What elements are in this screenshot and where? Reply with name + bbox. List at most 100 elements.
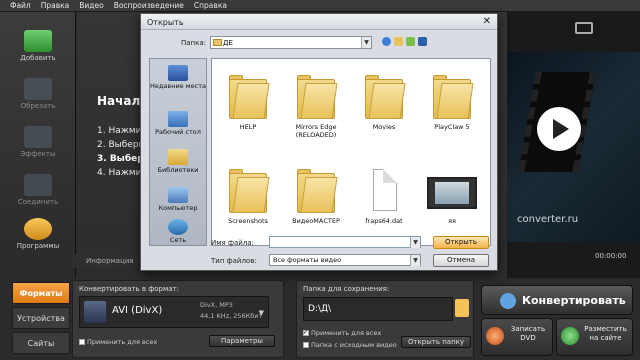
menu-playback[interactable]: Воспроизведение bbox=[114, 1, 184, 10]
publish-button[interactable]: Разместить на сайте bbox=[556, 318, 633, 356]
burn-dvd-button[interactable]: Записать DVD bbox=[481, 318, 553, 356]
place-network-label: Сеть bbox=[169, 236, 187, 244]
filetype-select[interactable]: Все форматы видео ▼ bbox=[269, 254, 421, 266]
view-menu-icon[interactable] bbox=[418, 37, 427, 46]
file-name: fraps64.dat bbox=[365, 217, 403, 225]
nav-buttons bbox=[382, 37, 427, 46]
preview-site-text: converter.ru bbox=[517, 214, 579, 225]
file-item[interactable]: HELP bbox=[215, 73, 281, 131]
file-item[interactable]: Mirrors Edge (RELOADED) bbox=[283, 73, 349, 139]
play-icon[interactable] bbox=[537, 107, 581, 151]
folder-icon bbox=[229, 167, 270, 213]
place-libraries-label: Библиотеки bbox=[157, 166, 199, 174]
folder-label: Папка: bbox=[181, 39, 207, 47]
filename-label: Имя файла: bbox=[211, 239, 254, 247]
libraries-icon bbox=[168, 149, 188, 165]
file-item[interactable]: Screenshots bbox=[215, 167, 281, 225]
tab-formats[interactable]: Форматы bbox=[12, 282, 70, 304]
merge-button[interactable]: Соединить bbox=[12, 174, 64, 214]
info-tab[interactable]: Информация bbox=[72, 254, 140, 268]
params-button[interactable]: Параметры bbox=[209, 335, 275, 347]
file-item[interactable]: Movies bbox=[351, 73, 417, 131]
params-label: Параметры bbox=[221, 337, 263, 345]
apply-all-format-checkbox[interactable]: Применить для всех bbox=[79, 338, 157, 346]
left-toolbar: Добавить Обрезать Эффекты Соединить Прог… bbox=[0, 12, 76, 278]
programs-button[interactable]: Программы bbox=[12, 218, 64, 258]
recent-places-icon bbox=[168, 65, 188, 81]
video-thumbnail-icon bbox=[427, 167, 477, 213]
filetype-label: Тип файлов: bbox=[211, 257, 257, 265]
place-desktop-label: Рабочий стол bbox=[155, 128, 201, 136]
file-item[interactable]: PlayClaw 5 bbox=[419, 73, 485, 131]
file-name: ВидеоМАСТЕР bbox=[292, 217, 340, 225]
file-item[interactable]: яя bbox=[419, 167, 485, 225]
folder-icon bbox=[297, 167, 338, 213]
file-name: Movies bbox=[372, 123, 396, 131]
publish-label: Разместить на сайте bbox=[584, 325, 627, 342]
format-header: Конвертировать в формат: bbox=[79, 285, 179, 293]
preview-screen: converter.ru bbox=[507, 52, 640, 242]
place-recent-label: Недавние места bbox=[150, 82, 206, 90]
tab-sites[interactable]: Сайты bbox=[12, 332, 70, 354]
save-path-field[interactable]: D:\Д\ bbox=[303, 297, 453, 321]
open-file-dialog: Открыть ✕ Папка: ДЕ ▼ Недавние места Раб… bbox=[140, 13, 498, 271]
menu-video[interactable]: Видео bbox=[79, 1, 103, 10]
folder-icon[interactable] bbox=[455, 299, 469, 317]
effects-icon bbox=[24, 126, 52, 148]
programs-label: Программы bbox=[16, 242, 60, 250]
place-libraries[interactable]: Библиотеки bbox=[150, 149, 206, 174]
trim-button[interactable]: Обрезать bbox=[12, 78, 64, 118]
effects-button[interactable]: Эффекты bbox=[12, 126, 64, 166]
place-recent[interactable]: Недавние места bbox=[150, 65, 206, 90]
file-item[interactable]: fraps64.dat bbox=[351, 167, 417, 225]
open-folder-button[interactable]: Открыть папку bbox=[401, 336, 471, 348]
menubar: Файл Правка Видео Воспроизведение Справк… bbox=[0, 0, 640, 12]
add-label: Добавить bbox=[20, 54, 56, 62]
file-name: Mirrors Edge (RELOADED) bbox=[295, 123, 337, 139]
effects-label: Эффекты bbox=[20, 150, 56, 158]
open-button[interactable]: Открыть bbox=[433, 236, 489, 249]
checkbox-checked-icon bbox=[303, 328, 309, 336]
save-panel: Папка для сохранения: D:\Д\ Применить дл… bbox=[296, 280, 474, 358]
apply-all-save-checkbox[interactable]: Применить для всех bbox=[303, 328, 381, 337]
place-network[interactable]: Сеть bbox=[150, 219, 206, 244]
file-name: Screenshots bbox=[228, 217, 268, 225]
back-icon[interactable] bbox=[382, 37, 391, 46]
filename-input[interactable]: ▼ bbox=[269, 236, 421, 248]
add-icon bbox=[24, 30, 52, 52]
merge-label: Соединить bbox=[17, 198, 59, 206]
camera-icon[interactable] bbox=[575, 22, 593, 34]
tab-devices[interactable]: Устройства bbox=[12, 307, 70, 329]
cancel-button-label: Отмена bbox=[446, 256, 476, 264]
menu-edit[interactable]: Правка bbox=[41, 1, 70, 10]
place-computer-label: Компьютер bbox=[158, 204, 198, 212]
format-selector[interactable]: AVI (DivX) DivX, MP3 44,1 KHz, 256Кбит ▼ bbox=[79, 296, 269, 328]
places-bar: Недавние места Рабочий стол Библиотеки К… bbox=[149, 58, 207, 246]
menu-file[interactable]: Файл bbox=[10, 1, 31, 10]
category-tabs: Форматы Устройства Сайты bbox=[0, 278, 70, 360]
same-folder-checkbox[interactable]: Папка с исходным видео bbox=[303, 341, 397, 349]
file-item[interactable]: ВидеоМАСТЕР bbox=[283, 167, 349, 225]
folder-combo[interactable]: ДЕ ▼ bbox=[210, 36, 372, 49]
cancel-button[interactable]: Отмена bbox=[433, 254, 489, 267]
new-folder-icon[interactable] bbox=[406, 37, 415, 46]
folder-value: ДЕ bbox=[223, 39, 233, 47]
close-icon[interactable]: ✕ bbox=[483, 16, 491, 27]
file-name: HELP bbox=[239, 123, 257, 131]
add-button[interactable]: Добавить bbox=[12, 30, 64, 70]
place-desktop[interactable]: Рабочий стол bbox=[150, 111, 206, 136]
checkbox-icon bbox=[303, 342, 309, 348]
folder-icon bbox=[433, 73, 474, 119]
filetype-value: Все форматы видео bbox=[273, 256, 342, 264]
format-name: AVI (DivX) bbox=[112, 305, 163, 316]
convert-label: Конвертировать bbox=[522, 294, 626, 307]
place-computer[interactable]: Компьютер bbox=[150, 187, 206, 212]
format-panel: Конвертировать в формат: AVI (DivX) DivX… bbox=[72, 280, 284, 358]
menu-help[interactable]: Справка bbox=[194, 1, 227, 10]
up-folder-icon[interactable] bbox=[394, 37, 403, 46]
convert-button[interactable]: Конвертировать bbox=[481, 285, 633, 315]
network-icon bbox=[168, 219, 188, 235]
preview-time: 00:00:00 bbox=[595, 252, 627, 260]
chevron-down-icon: ▼ bbox=[410, 237, 420, 248]
computer-icon bbox=[168, 187, 188, 203]
